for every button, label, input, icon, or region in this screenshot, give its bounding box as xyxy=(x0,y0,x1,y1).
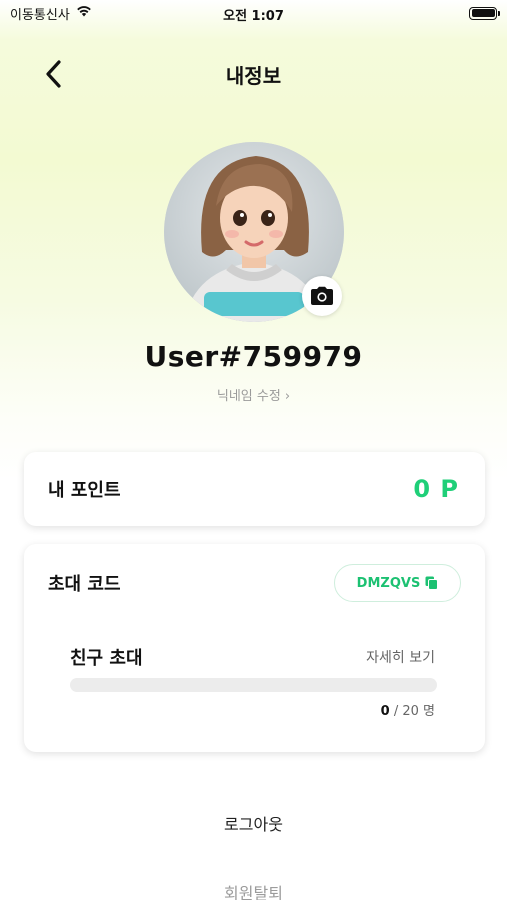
back-button[interactable] xyxy=(38,58,70,90)
invite-code-value: DMZQVS xyxy=(356,575,421,591)
page-title: 내정보 xyxy=(225,63,282,88)
status-bar: 이동통신사 오전 1:07 xyxy=(0,0,507,26)
nickname-edit-link[interactable]: 닉네임 수정 › xyxy=(0,385,507,404)
battery-level xyxy=(471,9,495,17)
copy-icon xyxy=(425,576,439,590)
camera-button[interactable] xyxy=(302,276,342,316)
invite-progress-bar xyxy=(70,678,437,692)
see-details-link[interactable]: 자세히 보기 xyxy=(366,647,435,667)
nav-bar: 내정보 xyxy=(0,48,507,100)
withdraw-button[interactable]: 회원탈퇴 xyxy=(0,880,507,900)
points-label: 내 포인트 xyxy=(48,480,121,501)
invite-code-row: 초대 코드 DMZQVS xyxy=(48,564,461,602)
friend-invite-row: 친구 초대 자세히 보기 xyxy=(70,644,435,670)
points-card: 내 포인트 0 P xyxy=(24,452,485,526)
invite-current-count: 0 xyxy=(380,704,390,719)
friend-invite-title: 친구 초대 xyxy=(70,648,143,669)
invite-total-count: / 20 명 xyxy=(389,704,435,719)
status-time: 오전 1:07 xyxy=(223,9,284,24)
username: User#759979 xyxy=(144,340,363,373)
invite-code-label: 초대 코드 xyxy=(48,574,121,595)
invite-code-button[interactable]: DMZQVS xyxy=(334,564,461,602)
camera-icon xyxy=(311,286,333,305)
points-value: 0 P xyxy=(413,475,459,503)
logout-button[interactable]: 로그아웃 xyxy=(0,811,507,835)
battery-icon xyxy=(469,6,500,20)
invite-card: 초대 코드 DMZQVS 친구 초대 자세히 보기 0 / 20 명 xyxy=(24,544,485,752)
avatar-container xyxy=(164,142,344,322)
invite-count: 0 / 20 명 xyxy=(381,700,435,719)
chevron-left-icon xyxy=(46,60,61,88)
